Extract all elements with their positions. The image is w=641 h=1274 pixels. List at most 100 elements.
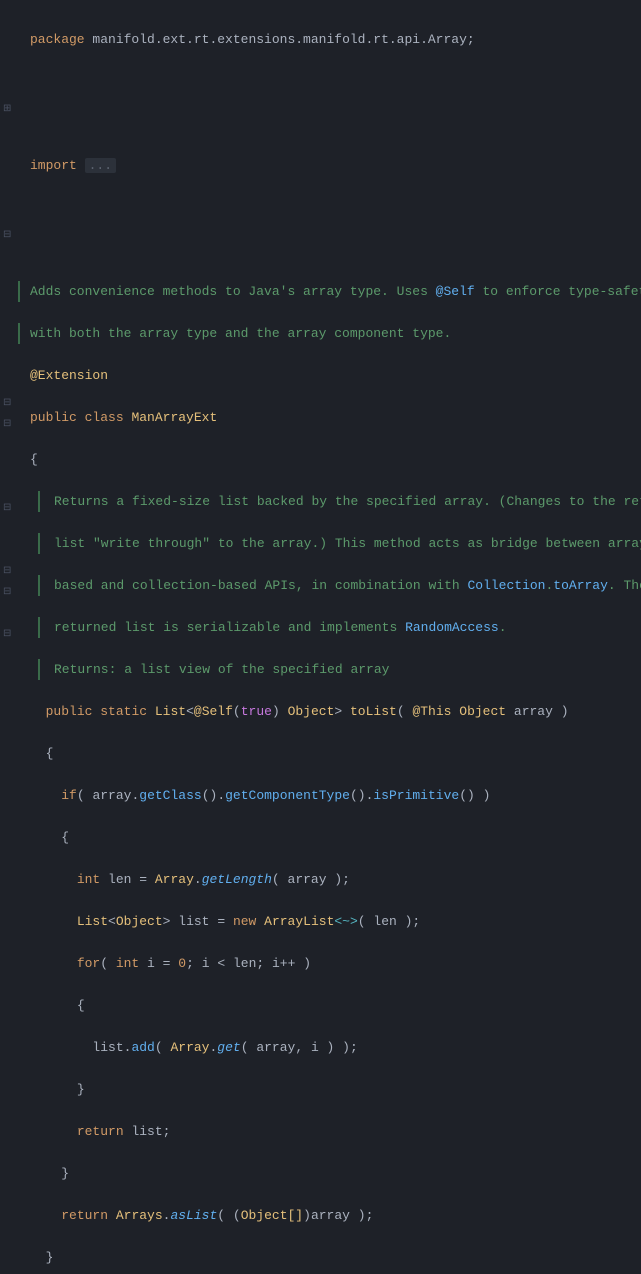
keyword-return: return (61, 1208, 108, 1223)
doc-link-collection[interactable]: Collection (467, 578, 545, 593)
gt: > (334, 704, 342, 719)
parens: () (459, 788, 475, 803)
op-lt: < (217, 956, 225, 971)
package-path: manifold.ext.rt.extensions.manifold.rt.a… (92, 32, 466, 47)
ident-list: list (92, 1040, 123, 1055)
class-name: ManArrayExt (131, 410, 217, 425)
doc-text: . (499, 620, 507, 635)
type-object-array: Object[] (241, 1208, 303, 1223)
open-paren: ( (77, 788, 85, 803)
annotation-extension: @Extension (30, 368, 108, 383)
keyword-public: public (46, 704, 93, 719)
ident-len: len (233, 956, 256, 971)
doc-link-randomaccess[interactable]: RandomAccess (405, 620, 499, 635)
open-brace: { (77, 998, 85, 1013)
ident-array: array (256, 1040, 295, 1055)
keyword-new: new (233, 914, 256, 929)
fold-icon[interactable]: ⊟ (3, 498, 11, 519)
dot: . (366, 788, 374, 803)
keyword-return: return (77, 1124, 124, 1139)
close-paren: ) (272, 704, 280, 719)
keyword-static: static (100, 704, 147, 719)
ident-list: list (131, 1124, 162, 1139)
cast-open: ( (233, 1208, 241, 1223)
semicolon: ; (350, 1040, 358, 1055)
fold-icon[interactable]: ⊟ (3, 582, 11, 603)
call-add: add (131, 1040, 154, 1055)
doc-text: . The (608, 578, 641, 593)
type-object: Object (116, 914, 163, 929)
cast-close: ) (303, 1208, 311, 1223)
close-paren: ) (483, 788, 491, 803)
lt: < (186, 704, 194, 719)
open-paren: ( (397, 704, 405, 719)
dot: . (163, 1208, 171, 1223)
annotation-self: @Self (194, 704, 233, 719)
keyword-int: int (116, 956, 139, 971)
close-paren: ) (561, 704, 569, 719)
doc-text: list "write through" to the array.) This… (54, 536, 641, 551)
type-arrays: Arrays (116, 1208, 163, 1223)
method-name-tolist: toList (350, 704, 397, 719)
fold-icon[interactable]: ⊟ (3, 414, 11, 435)
close-brace: } (77, 1082, 85, 1097)
ident-i: i (311, 1040, 319, 1055)
ident-array: array (311, 1208, 350, 1223)
ident-len: len (373, 914, 396, 929)
gutter: ⊞ ⊟ ⊟ ⊟ ⊟ ⊟ ⊟ ⊟ (0, 0, 18, 637)
code-editor[interactable]: ⊞ ⊟ ⊟ ⊟ ⊟ ⊟ ⊟ ⊟ package manifold.ext.rt.… (0, 0, 641, 637)
annotation-this: @This (412, 704, 451, 719)
doc-text: with both the array type and the array c… (30, 326, 451, 341)
keyword-class: class (85, 410, 124, 425)
fold-icon[interactable]: ⊟ (3, 624, 11, 645)
ident-i: i (147, 956, 155, 971)
folded-imports[interactable]: ... (85, 158, 116, 173)
doc-returns: Returns: a list view of the specified ar… (54, 662, 389, 677)
close-brace: } (61, 1166, 69, 1181)
keyword-for: for (77, 956, 100, 971)
diamond: <~> (334, 914, 357, 929)
close-brace: } (46, 1250, 54, 1265)
type-list: List (155, 704, 186, 719)
dot: . (194, 872, 202, 887)
fold-icon[interactable]: ⊞ (3, 99, 11, 120)
fold-icon[interactable]: ⊟ (3, 225, 11, 246)
semicolon: ; (342, 872, 350, 887)
type-array: Array (170, 1040, 209, 1055)
doc-text: to enforce type-safety (475, 284, 641, 299)
ident-i: i (202, 956, 210, 971)
op-eq: = (217, 914, 225, 929)
ident-len: len (108, 872, 131, 887)
ident-list: list (178, 914, 209, 929)
fold-icon[interactable]: ⊟ (3, 561, 11, 582)
call-getlength: getLength (202, 872, 272, 887)
doc-link-toarray[interactable]: toArray (553, 578, 608, 593)
type-object: Object (288, 704, 335, 719)
dot: . (209, 1040, 217, 1055)
open-paren: ( (233, 704, 241, 719)
semicolon: ; (163, 1124, 171, 1139)
open-brace: { (30, 452, 38, 467)
call-aslist: asList (170, 1208, 217, 1223)
code-area[interactable]: package manifold.ext.rt.extensions.manif… (18, 0, 641, 637)
call-getclass: getClass (139, 788, 201, 803)
dot: . (217, 788, 225, 803)
parens: () (202, 788, 218, 803)
type-object: Object (459, 704, 506, 719)
doc-text: Returns a fixed-size list backed by the … (54, 494, 641, 509)
fold-icon[interactable]: ⊟ (3, 393, 11, 414)
semicolon: ; (467, 32, 475, 47)
keyword-int: int (77, 872, 100, 887)
literal-zero: 0 (178, 956, 186, 971)
keyword-public: public (30, 410, 77, 425)
type-list: List (77, 914, 108, 929)
param-array: array (514, 704, 553, 719)
type-arraylist: ArrayList (264, 914, 334, 929)
doc-link-self[interactable]: @Self (436, 284, 475, 299)
parens: () (350, 788, 366, 803)
call-getcomponenttype: getComponentType (225, 788, 350, 803)
semicolon: ; (366, 1208, 374, 1223)
doc-text: Adds convenience methods to Java's array… (30, 284, 436, 299)
dot: . (124, 1040, 132, 1055)
type-array: Array (155, 872, 194, 887)
